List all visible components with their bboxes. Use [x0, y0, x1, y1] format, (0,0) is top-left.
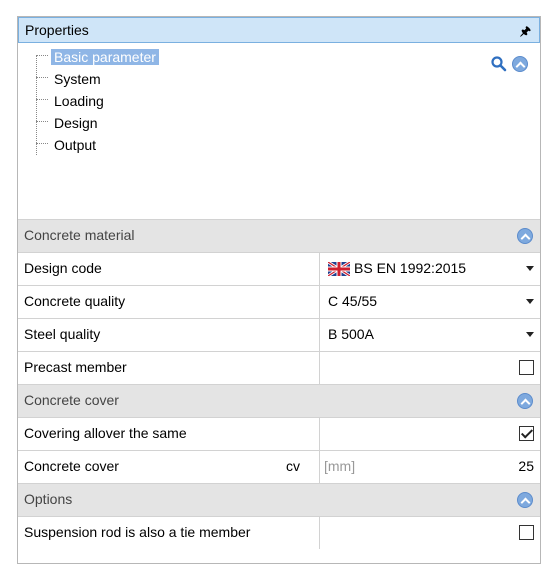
- tree-item-label: System: [54, 71, 101, 87]
- concrete-quality-label: Concrete quality: [24, 293, 126, 309]
- chevron-down-icon[interactable]: [526, 266, 534, 271]
- section-concrete-cover[interactable]: Concrete cover: [18, 384, 540, 417]
- properties-panel: Properties 🖈 Basic parameter System Load…: [17, 16, 541, 564]
- tree-connector-dots: [36, 98, 48, 100]
- section-title: Concrete cover: [24, 392, 119, 408]
- section-collapse-icon[interactable]: [517, 228, 533, 244]
- suspension-rod-checkbox[interactable]: [519, 525, 534, 540]
- section-options[interactable]: Options: [18, 483, 540, 516]
- concrete-cover-label: Concrete cover: [24, 458, 119, 474]
- tree-connector-dots: [36, 142, 48, 144]
- chevron-down-icon[interactable]: [526, 332, 534, 337]
- tree-item-loading[interactable]: Loading: [36, 91, 107, 111]
- precast-member-row: Precast member: [18, 351, 540, 384]
- tree-item-label: Output: [54, 137, 97, 153]
- column-divider: [319, 286, 320, 318]
- suspension-rod-row: Suspension rod is also a tie member: [18, 516, 540, 549]
- section-concrete-material[interactable]: Concrete material: [18, 219, 540, 252]
- concrete-cover-input[interactable]: 25: [518, 458, 534, 474]
- tree-item-design[interactable]: Design: [36, 113, 101, 133]
- concrete-quality-row: Concrete quality C 45/55: [18, 285, 540, 318]
- concrete-cover-row: Concrete cover cv [mm] 25: [18, 450, 540, 483]
- tree-item-label: Design: [54, 115, 98, 131]
- tree-item-label: Basic parameter: [51, 49, 159, 65]
- tree-item-output[interactable]: Output: [36, 135, 99, 155]
- precast-member-label: Precast member: [24, 359, 127, 375]
- section-title: Concrete material: [24, 227, 135, 243]
- suspension-rod-label: Suspension rod is also a tie member: [24, 524, 251, 540]
- panel-title: Properties: [25, 22, 89, 38]
- uk-flag-icon: [328, 262, 350, 276]
- column-divider: [319, 253, 320, 285]
- search-icon[interactable]: [490, 55, 508, 73]
- chevron-down-icon[interactable]: [526, 299, 534, 304]
- covering-same-row: Covering allover the same: [18, 417, 540, 450]
- covering-same-checkbox[interactable]: [519, 426, 534, 441]
- section-collapse-icon[interactable]: [517, 492, 533, 508]
- column-divider: [319, 319, 320, 351]
- property-grid: Concrete material Design code BS EN 1992…: [18, 219, 540, 549]
- design-code-row: Design code BS EN 1992:2015: [18, 252, 540, 285]
- concrete-quality-value[interactable]: C 45/55: [328, 293, 377, 309]
- steel-quality-value[interactable]: B 500A: [328, 326, 374, 342]
- tree-connector-dots: [36, 120, 48, 122]
- column-divider: [319, 517, 320, 549]
- section-collapse-icon[interactable]: [517, 393, 533, 409]
- precast-member-checkbox[interactable]: [519, 360, 534, 375]
- steel-quality-label: Steel quality: [24, 326, 101, 342]
- column-divider: [319, 352, 320, 384]
- pin-icon[interactable]: 🖈: [520, 22, 531, 43]
- tree-connector-dots: [36, 76, 48, 78]
- column-divider: [319, 418, 320, 450]
- panel-title-bar: Properties 🖈: [18, 17, 540, 43]
- steel-quality-row: Steel quality B 500A: [18, 318, 540, 351]
- column-divider: [319, 451, 320, 483]
- tree-item-system[interactable]: System: [36, 69, 104, 89]
- tree-connector-dots: [36, 54, 48, 56]
- tree-item-label: Loading: [54, 93, 104, 109]
- section-title: Options: [24, 491, 73, 507]
- design-code-label: Design code: [24, 260, 102, 276]
- covering-same-label: Covering allover the same: [24, 425, 187, 441]
- design-code-value[interactable]: BS EN 1992:2015: [354, 260, 466, 276]
- navigation-tree: Basic parameter System Loading Design Ou…: [18, 43, 540, 219]
- collapse-all-icon[interactable]: [512, 56, 528, 72]
- concrete-cover-symbol: cv: [286, 458, 300, 474]
- tree-item-basic-parameter[interactable]: Basic parameter: [36, 47, 159, 67]
- concrete-cover-unit: [mm]: [324, 458, 356, 474]
